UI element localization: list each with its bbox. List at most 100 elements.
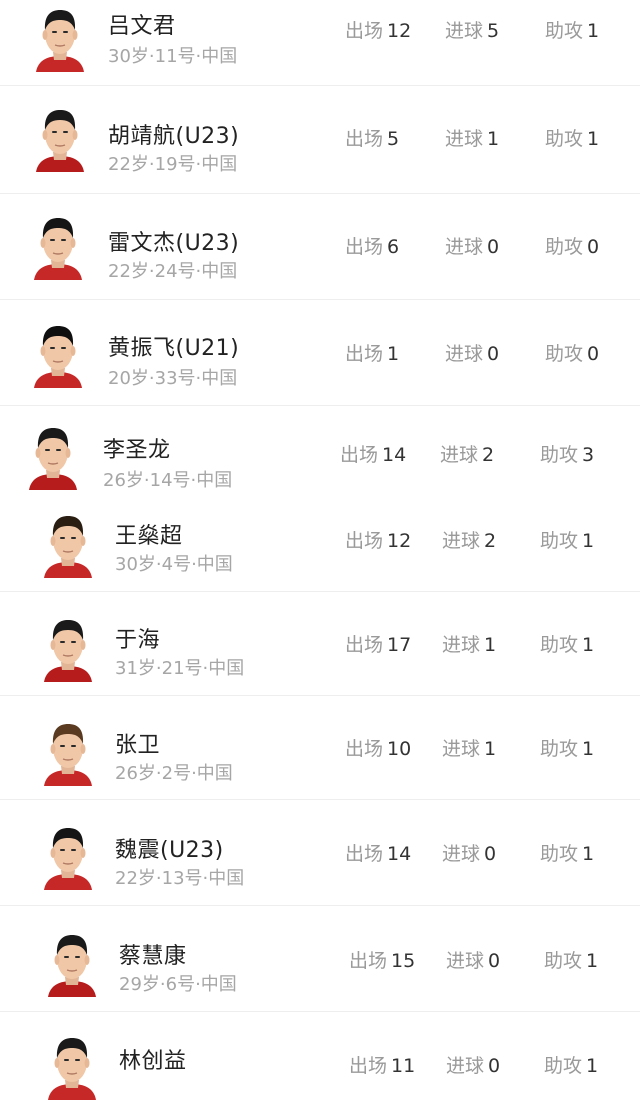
appearances-stat: 出场 5: [345, 124, 399, 151]
player-row[interactable]: 吕文君 30岁·11号·中国 出场 12 进球 5 助攻 1: [0, 0, 640, 86]
appearances-stat: 出场 12: [345, 526, 411, 553]
goals-stat-value: 2: [482, 444, 495, 466]
assists-stat-value: 1: [582, 843, 595, 865]
goals-stat-label: 进球: [445, 343, 484, 365]
appearances-stat-value: 12: [387, 20, 412, 42]
assists-stat-value: 3: [582, 444, 595, 466]
assists-stat: 助攻 1: [544, 946, 598, 973]
player-name: 吕文君: [108, 14, 176, 39]
assists-stat-value: 1: [582, 738, 595, 760]
appearances-stat: 出场 14: [345, 839, 411, 866]
goals-stat-value: 0: [487, 343, 500, 365]
goals-stat-label: 进球: [442, 530, 481, 552]
appearances-stat-value: 15: [391, 950, 416, 972]
player-row[interactable]: 于海 31岁·21号·中国 出场 17 进球 1 助攻 1: [0, 592, 640, 696]
assists-stat: 助攻 1: [540, 734, 594, 761]
goals-stat: 进球 0: [446, 946, 500, 973]
goals-stat: 进球 2: [440, 440, 494, 467]
assists-stat: 助攻 1: [540, 839, 594, 866]
appearances-stat: 出场 14: [340, 440, 406, 467]
player-meta: 30岁·4号·中国: [115, 554, 233, 575]
assists-stat-value: 1: [586, 950, 599, 972]
player-row[interactable]: 张卫 26岁·2号·中国 出场 10 进球 1 助攻 1: [0, 696, 640, 800]
player-avatar: [46, 925, 98, 997]
appearances-stat-value: 5: [387, 128, 400, 150]
appearances-stat-value: 14: [387, 843, 412, 865]
player-row[interactable]: 黄振飞(U21) 20岁·33号·中国 出场 1 进球 0 助攻 0: [0, 300, 640, 406]
player-meta: 26岁·14号·中国: [103, 470, 233, 491]
assists-stat-label: 助攻: [540, 444, 579, 466]
player-name: 黄振飞(U21): [108, 336, 240, 361]
player-row[interactable]: 胡靖航(U23) 22岁·19号·中国 出场 5 进球 1 助攻 1: [0, 86, 640, 194]
assists-stat: 助攻 1: [544, 1051, 598, 1078]
goals-stat-value: 0: [488, 1055, 501, 1077]
assists-stat-label: 助攻: [540, 843, 579, 865]
appearances-stat-label: 出场: [345, 236, 384, 258]
appearances-stat-label: 出场: [345, 634, 384, 656]
player-avatar: [34, 100, 86, 172]
player-avatar: [32, 316, 84, 388]
goals-stat-value: 0: [488, 950, 501, 972]
goals-stat-value: 5: [487, 20, 500, 42]
assists-stat-value: 0: [587, 236, 600, 258]
assists-stat-value: 1: [586, 1055, 599, 1077]
player-name: 李圣龙: [103, 438, 171, 463]
assists-stat: 助攻 0: [545, 339, 599, 366]
player-name: 张卫: [115, 733, 161, 758]
goals-stat-label: 进球: [442, 738, 481, 760]
goals-stat: 进球 2: [442, 526, 496, 553]
goals-stat-label: 进球: [445, 20, 484, 42]
goals-stat: 进球 0: [446, 1051, 500, 1078]
assists-stat-value: 1: [587, 20, 600, 42]
player-row[interactable]: 魏震(U23) 22岁·13号·中国 出场 14 进球 0 助攻 1: [0, 800, 640, 906]
goals-stat-value: 1: [484, 738, 497, 760]
player-avatar: [27, 418, 79, 490]
player-name: 于海: [115, 628, 161, 653]
player-name: 雷文杰(U23): [108, 231, 240, 256]
player-row[interactable]: 蔡慧康 29岁·6号·中国 出场 15 进球 0 助攻 1: [0, 906, 640, 1012]
assists-stat-label: 助攻: [545, 20, 584, 42]
appearances-stat-label: 出场: [345, 343, 384, 365]
assists-stat: 助攻 3: [540, 440, 594, 467]
assists-stat: 助攻 1: [545, 124, 599, 151]
player-meta: 22岁·13号·中国: [115, 868, 245, 889]
appearances-stat-value: 14: [382, 444, 407, 466]
appearances-stat: 出场 17: [345, 630, 411, 657]
appearances-stat-value: 17: [387, 634, 412, 656]
goals-stat-label: 进球: [446, 1055, 485, 1077]
goals-stat: 进球 1: [442, 630, 496, 657]
player-meta: 22岁·24号·中国: [108, 261, 238, 282]
goals-stat-label: 进球: [442, 843, 481, 865]
player-row[interactable]: 王燊超 30岁·4号·中国 出场 12 进球 2 助攻 1: [0, 492, 640, 592]
appearances-stat-value: 12: [387, 530, 412, 552]
goals-stat-label: 进球: [445, 236, 484, 258]
player-meta: 22岁·19号·中国: [108, 154, 238, 175]
assists-stat-label: 助攻: [545, 128, 584, 150]
player-avatar: [46, 1028, 98, 1100]
goals-stat-label: 进球: [445, 128, 484, 150]
appearances-stat-value: 1: [387, 343, 400, 365]
player-meta: 20岁·33号·中国: [108, 368, 238, 389]
player-row[interactable]: 林创益 出场 11 进球 0 助攻 1: [0, 1012, 640, 1100]
assists-stat-label: 助攻: [540, 738, 579, 760]
player-row[interactable]: 雷文杰(U23) 22岁·24号·中国 出场 6 进球 0 助攻 0: [0, 194, 640, 300]
player-name: 魏震(U23): [115, 838, 224, 863]
appearances-stat-label: 出场: [345, 843, 384, 865]
player-avatar: [42, 714, 94, 786]
appearances-stat-label: 出场: [340, 444, 379, 466]
appearances-stat: 出场 15: [349, 946, 415, 973]
appearances-stat: 出场 6: [345, 232, 399, 259]
goals-stat-value: 0: [484, 843, 497, 865]
player-row[interactable]: 李圣龙 26岁·14号·中国 出场 14 进球 2 助攻 3: [0, 406, 640, 492]
appearances-stat: 出场 1: [345, 339, 399, 366]
player-meta: 26岁·2号·中国: [115, 763, 233, 784]
player-meta: 30岁·11号·中国: [108, 46, 238, 67]
assists-stat: 助攻 1: [545, 16, 599, 43]
appearances-stat-label: 出场: [345, 128, 384, 150]
goals-stat-label: 进球: [440, 444, 479, 466]
appearances-stat: 出场 11: [349, 1051, 415, 1078]
assists-stat-label: 助攻: [540, 634, 579, 656]
appearances-stat-label: 出场: [349, 950, 388, 972]
goals-stat-value: 2: [484, 530, 497, 552]
assists-stat-label: 助攻: [544, 1055, 583, 1077]
